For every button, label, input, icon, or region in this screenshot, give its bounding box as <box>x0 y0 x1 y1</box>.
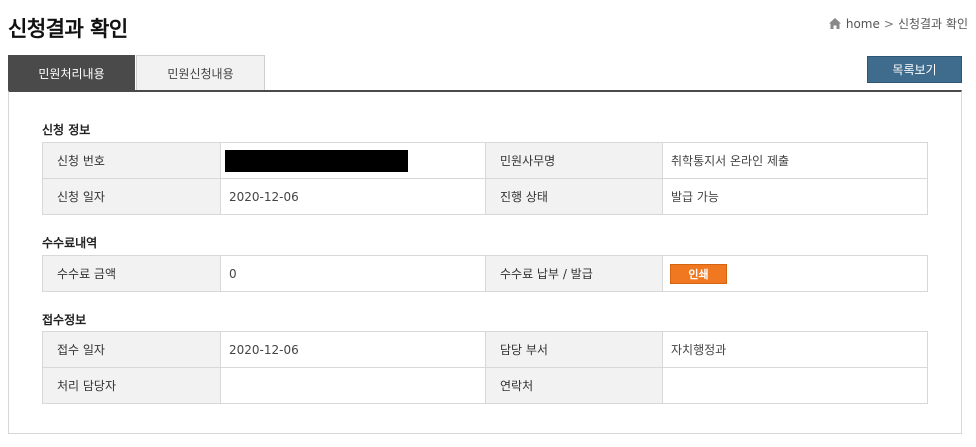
application-number-label: 신청 번호 <box>42 142 221 179</box>
department-value: 자치행정과 <box>662 331 928 368</box>
application-number-value <box>220 142 486 179</box>
chevron-right-icon: > <box>883 16 894 31</box>
receipt-date-label: 접수 일자 <box>42 331 221 368</box>
fee-amount-value: 0 <box>220 255 486 292</box>
home-icon[interactable] <box>828 18 841 29</box>
application-info-title: 신청 정보 <box>42 123 91 137</box>
tab-application-details[interactable]: 민원신청내용 <box>136 55 265 91</box>
page-title: 신청결과 확인 <box>8 17 128 41</box>
department-label: 담당 부서 <box>485 331 663 368</box>
application-info-table: 신청 번호 민원사무명 취학통지서 온라인 제출 신청 일자 2020-12-0… <box>42 142 928 215</box>
table-row: 수수료 금액 0 수수료 납부 / 발급 인쇄 <box>42 255 928 292</box>
handler-value <box>220 367 486 404</box>
table-row: 신청 일자 2020-12-06 진행 상태 발급 가능 <box>42 178 928 215</box>
handler-label: 처리 담당자 <box>42 367 221 404</box>
list-view-button[interactable]: 목록보기 <box>867 56 962 83</box>
receipt-date-value: 2020-12-06 <box>220 331 486 368</box>
table-row: 접수 일자 2020-12-06 담당 부서 자치행정과 <box>42 331 928 368</box>
breadcrumb: home > 신청결과 확인 <box>828 15 968 32</box>
breadcrumb-home-link[interactable]: home <box>846 17 880 31</box>
application-date-label: 신청 일자 <box>42 178 221 215</box>
contact-label: 연락처 <box>485 367 663 404</box>
office-name-value: 취학통지서 온라인 제출 <box>662 142 928 179</box>
fee-payment-label: 수수료 납부 / 발급 <box>485 255 663 292</box>
application-date-value: 2020-12-06 <box>220 178 486 215</box>
fee-details-title: 수수료내역 <box>42 236 98 250</box>
tab-processing-details[interactable]: 민원처리내용 <box>8 55 135 91</box>
fee-amount-label: 수수료 금액 <box>42 255 221 292</box>
redacted-block <box>225 149 408 172</box>
receipt-info-table: 접수 일자 2020-12-06 담당 부서 자치행정과 처리 담당자 연락처 <box>42 331 928 404</box>
table-row: 처리 담당자 연락처 <box>42 367 928 404</box>
progress-status-label: 진행 상태 <box>485 178 663 215</box>
fee-payment-cell: 인쇄 <box>662 255 928 292</box>
fee-details-table: 수수료 금액 0 수수료 납부 / 발급 인쇄 <box>42 255 928 292</box>
progress-status-value: 발급 가능 <box>662 178 928 215</box>
receipt-info-title: 접수정보 <box>42 313 87 327</box>
table-row: 신청 번호 민원사무명 취학통지서 온라인 제출 <box>42 142 928 179</box>
office-name-label: 민원사무명 <box>485 142 663 179</box>
print-button[interactable]: 인쇄 <box>670 263 727 284</box>
contact-value <box>662 367 928 404</box>
breadcrumb-current: 신청결과 확인 <box>897 17 968 31</box>
